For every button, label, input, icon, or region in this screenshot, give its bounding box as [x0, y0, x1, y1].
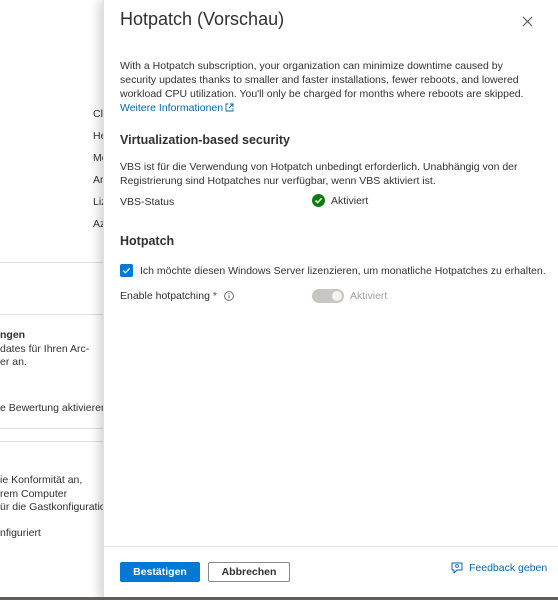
background-page: Cl He Mo Ar Liz Az ngen dates für Ihren … [0, 0, 103, 600]
bg-text: dates für Ihren Arc- [0, 343, 90, 355]
info-icon[interactable] [223, 291, 234, 301]
bg-text: nfiguriert [0, 527, 41, 539]
feedback-icon [451, 562, 463, 574]
checkmark-icon [122, 267, 131, 274]
bg-text: ür die Gastkonfiguration [0, 501, 103, 513]
toggle-switch[interactable] [312, 289, 344, 303]
bg-text: ie Konformität an, [0, 474, 83, 486]
feedback-label: Feedback geben [469, 562, 548, 574]
bg-section-title: ngen [0, 329, 26, 341]
success-check-icon [312, 194, 325, 207]
required-marker: * [212, 290, 217, 302]
learn-more-link[interactable]: Weitere Informationen [120, 102, 234, 114]
bg-label: Az [93, 218, 103, 230]
bg-label: Cl [93, 108, 103, 120]
bg-divider [0, 441, 103, 442]
close-button[interactable] [518, 12, 536, 30]
close-icon [522, 16, 532, 26]
bg-assessment-link[interactable]: e Bewertung aktivieren [0, 402, 103, 414]
toggle-knob [332, 291, 342, 301]
bg-text: rem Computer [0, 488, 68, 500]
enable-hotpatching-label: Enable hotpatching * [120, 290, 234, 302]
external-link-icon [225, 103, 234, 112]
intro-text: With a Hotpatch subscription, your organ… [120, 60, 524, 100]
bg-label: Mo [93, 152, 103, 164]
hotpatch-toggle[interactable]: Aktiviert [312, 289, 387, 303]
bg-divider [0, 314, 103, 315]
toggle-state-label: Aktiviert [350, 290, 388, 302]
bg-label: Ar [93, 174, 103, 186]
license-checkbox[interactable] [120, 264, 133, 277]
footer-divider [104, 546, 558, 547]
hotpatch-panel: Hotpatch (Vorschau) With a Hotpatch subs… [103, 0, 558, 600]
cancel-button[interactable]: Abbrechen [208, 562, 290, 582]
vbs-status-value: Aktiviert [312, 194, 368, 207]
license-checkbox-row[interactable]: Ich möchte diesen Windows Server lizenzi… [120, 264, 546, 277]
bg-label: He [93, 130, 103, 142]
vbs-section-title: Virtualization-based security [120, 133, 290, 147]
bg-divider [0, 262, 103, 263]
vbs-description: VBS ist für die Verwendung von Hotpatch … [120, 161, 518, 187]
panel-title: Hotpatch (Vorschau) [120, 9, 285, 29]
intro-paragraph: With a Hotpatch subscription, your organ… [120, 59, 540, 115]
vbs-status-label: VBS-Status [120, 196, 175, 208]
hotpatch-section-title: Hotpatch [120, 234, 175, 248]
confirm-button[interactable]: Bestätigen [120, 562, 200, 582]
bg-label: Liz [93, 196, 103, 208]
license-checkbox-label: Ich möchte diesen Windows Server lizenzi… [140, 264, 546, 277]
feedback-link[interactable]: Feedback geben [450, 561, 547, 575]
vbs-status-text: Aktiviert [331, 194, 369, 207]
bg-text: er an. [0, 356, 27, 368]
bg-divider [0, 428, 103, 429]
